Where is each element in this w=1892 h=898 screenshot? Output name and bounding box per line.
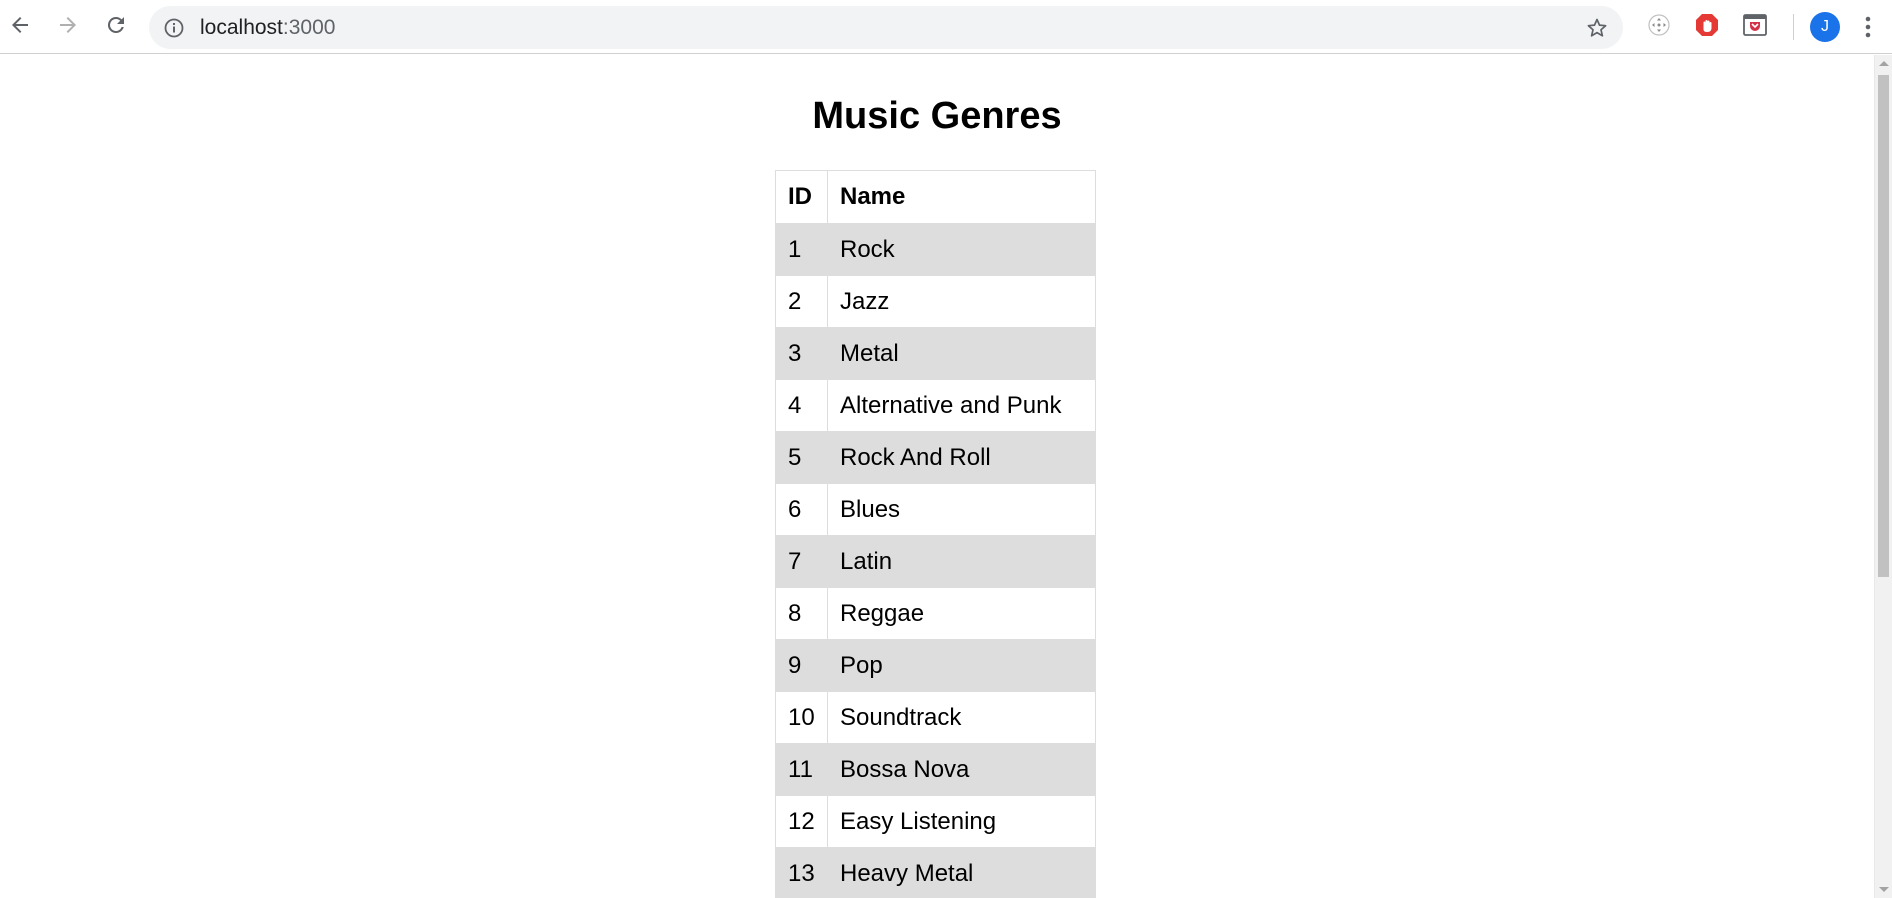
genre-id-cell: 11	[775, 743, 828, 796]
table-row: 1 Rock	[775, 223, 1096, 276]
table-row: 10 Soundtrack	[775, 691, 1096, 744]
genres-table: ID Name 1 Rock 2 Jazz 3 Metal 4 Alternat…	[775, 170, 1096, 898]
genre-name-cell: Pop	[827, 639, 1096, 692]
genre-id-cell: 5	[775, 431, 828, 484]
address-bar[interactable]: localhost:3000	[149, 6, 1623, 49]
table-row: 8 Reggae	[775, 587, 1096, 640]
scroll-down-arrow-icon[interactable]	[1879, 887, 1889, 892]
forward-button[interactable]	[50, 9, 86, 45]
table-row: 7 Latin	[775, 535, 1096, 588]
table-row: 13 Heavy Metal	[775, 847, 1096, 898]
column-header-name: Name	[827, 170, 1096, 224]
page-viewport: Music Genres ID Name 1 Rock 2 Jazz 3 Met…	[0, 55, 1874, 898]
page-title: Music Genres	[812, 95, 1062, 137]
table-row: 5 Rock And Roll	[775, 431, 1096, 484]
url-text[interactable]: localhost:3000	[200, 6, 335, 49]
genre-name-cell: Rock And Roll	[827, 431, 1096, 484]
table-row: 9 Pop	[775, 639, 1096, 692]
genre-id-cell: 7	[775, 535, 828, 588]
star-icon[interactable]	[1585, 16, 1609, 40]
genre-name-cell: Blues	[827, 483, 1096, 536]
vertical-scrollbar[interactable]	[1874, 55, 1892, 898]
table-row: 2 Jazz	[775, 275, 1096, 328]
profile-avatar[interactable]: J	[1810, 12, 1840, 42]
genre-name-cell: Alternative and Punk	[827, 379, 1096, 432]
scroll-up-arrow-icon[interactable]	[1879, 61, 1889, 66]
genre-name-cell: Latin	[827, 535, 1096, 588]
table-row: 6 Blues	[775, 483, 1096, 536]
extension-move-button[interactable]	[1645, 13, 1673, 41]
table-row: 3 Metal	[775, 327, 1096, 380]
table-row: 4 Alternative and Punk	[775, 379, 1096, 432]
genre-name-cell: Bossa Nova	[827, 743, 1096, 796]
genre-name-cell: Reggae	[827, 587, 1096, 640]
reload-button[interactable]	[98, 9, 134, 45]
genre-name-cell: Jazz	[827, 275, 1096, 328]
genre-name-cell: Soundtrack	[827, 691, 1096, 744]
back-button[interactable]	[2, 9, 38, 45]
table-row: 12 Easy Listening	[775, 795, 1096, 848]
toolbar-separator	[1793, 14, 1794, 40]
url-port: :3000	[282, 16, 336, 39]
extension-adblock-button[interactable]	[1693, 13, 1721, 41]
table-row: 11 Bossa Nova	[775, 743, 1096, 796]
genre-id-cell: 10	[775, 691, 828, 744]
stop-hand-icon	[1694, 12, 1720, 43]
move-arrows-icon	[1647, 13, 1671, 42]
url-host: localhost	[200, 16, 283, 39]
browser-toolbar: localhost:3000 J	[0, 0, 1892, 54]
genre-id-cell: 4	[775, 379, 828, 432]
genre-name-cell: Rock	[827, 223, 1096, 276]
info-icon[interactable]	[163, 17, 185, 39]
genre-name-cell: Easy Listening	[827, 795, 1096, 848]
genre-name-cell: Heavy Metal	[827, 847, 1096, 898]
genre-id-cell: 3	[775, 327, 828, 380]
genre-id-cell: 2	[775, 275, 828, 328]
genre-id-cell: 9	[775, 639, 828, 692]
scrollbar-thumb[interactable]	[1878, 75, 1889, 577]
back-arrow-icon	[8, 13, 32, 42]
column-header-id: ID	[775, 170, 828, 224]
genre-id-cell: 1	[775, 223, 828, 276]
genre-id-cell: 13	[775, 847, 828, 898]
genre-id-cell: 8	[775, 587, 828, 640]
reload-icon	[104, 13, 128, 42]
genre-id-cell: 6	[775, 483, 828, 536]
forward-arrow-icon	[56, 13, 80, 42]
genre-id-cell: 12	[775, 795, 828, 848]
kebab-menu-icon[interactable]	[1862, 13, 1874, 41]
extension-pocket-button[interactable]	[1741, 13, 1769, 41]
genre-name-cell: Metal	[827, 327, 1096, 380]
table-header-row: ID Name	[775, 170, 1096, 224]
pocket-icon	[1742, 12, 1768, 43]
